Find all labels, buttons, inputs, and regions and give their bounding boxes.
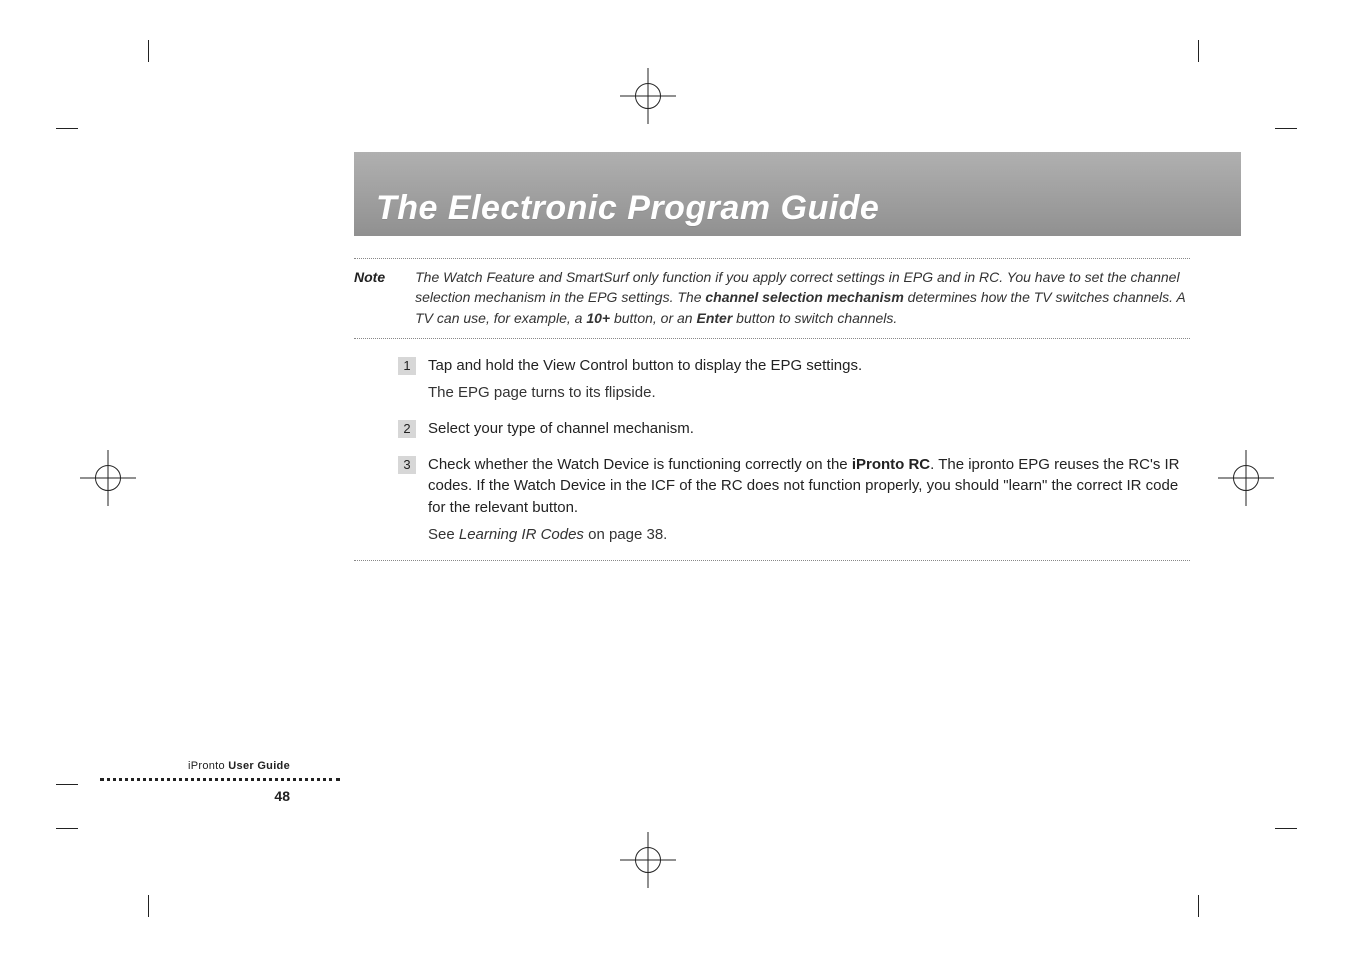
chapter-title-bar: The Electronic Program Guide [354,152,1241,236]
step-number: 2 [398,420,416,438]
step-sub-ital: Learning IR Codes [459,526,584,543]
note-body: The Watch Feature and SmartSurf only fun… [415,267,1190,328]
chapter-title: The Electronic Program Guide [376,189,879,228]
step-text: Select your type of channel mechanism. [428,418,694,440]
step-number: 3 [398,456,416,474]
crop-tick [1275,128,1297,129]
crop-tick [1275,828,1297,829]
step-sub-post: on page 38. [584,526,667,543]
step-subtext: See Learning IR Codes on page 38. [428,523,1190,546]
footer-guide: User Guide [225,760,290,772]
step-1: 1 Tap and hold the View Control button t… [398,355,1190,404]
step-2: 2 Select your type of channel mechanism. [398,418,1190,440]
note-text-4: button to switch channels. [732,310,897,326]
crop-tick [1198,40,1199,62]
crop-tick [56,128,78,129]
step-text-pre: Check whether the Watch Device is functi… [428,456,852,473]
step-3: 3 Check whether the Watch Device is func… [398,454,1190,547]
crop-tick [148,895,149,917]
step-text: Tap and hold the View Control button to … [428,355,862,377]
footer-brand: iPronto [188,760,225,772]
crop-tick [56,784,78,785]
note-bold-1: channel selection mechanism [705,289,903,305]
step-text: Check whether the Watch Device is functi… [428,454,1190,519]
crop-tick [56,828,78,829]
registration-mark-right [1218,450,1274,506]
steps-list: 1 Tap and hold the View Control button t… [398,355,1190,546]
footer-brand-line: iPronto User Guide [150,760,290,772]
footer-page-number: 48 [150,788,290,804]
note-bold-3: Enter [696,310,732,326]
note-block: Note The Watch Feature and SmartSurf onl… [354,258,1190,339]
content-region: Note The Watch Feature and SmartSurf onl… [354,258,1190,561]
registration-mark-left [80,450,136,506]
closing-dotted-rule [354,560,1190,561]
page-footer: iPronto User Guide 48 [150,760,290,804]
note-bold-2: 10+ [586,310,610,326]
registration-mark-bottom [620,832,676,888]
note-label: Note [354,267,385,328]
registration-mark-top [620,68,676,124]
step-subtext: The EPG page turns to its flipside. [428,381,1190,404]
crop-tick [148,40,149,62]
step-sub-pre: See [428,526,459,543]
note-text-3: button, or an [610,310,696,326]
crop-tick [1198,895,1199,917]
footer-dotted-rule [150,776,290,784]
step-number: 1 [398,357,416,375]
step-text-bold: iPronto RC [852,456,930,473]
